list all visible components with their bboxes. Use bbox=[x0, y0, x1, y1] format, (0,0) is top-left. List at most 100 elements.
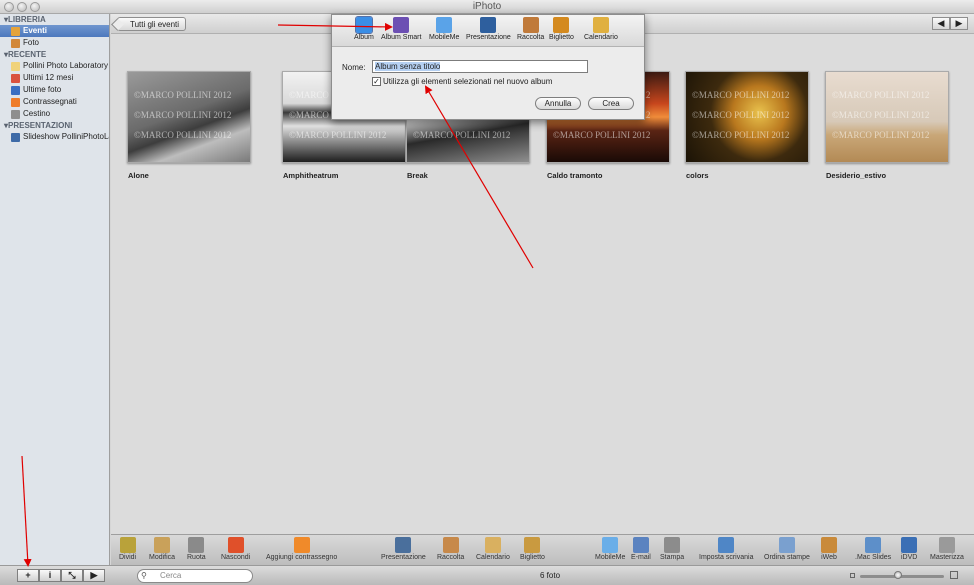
event-title[interactable]: Break bbox=[407, 171, 428, 180]
sidebar-item[interactable]: Ultimi 12 mesi bbox=[0, 72, 109, 84]
split-icon bbox=[119, 537, 136, 553]
play-slideshow-button[interactable]: ▶ bbox=[83, 569, 105, 582]
info-button[interactable]: i bbox=[39, 569, 61, 582]
toolbar-hide-x-button[interactable]: Nascondi bbox=[221, 537, 250, 561]
toolbar-button-label: MobileMe bbox=[595, 554, 626, 561]
source-list-content: ▾LIBRERIA Eventi Foto ▾RECENTE Pollini Photo… bbox=[0, 14, 109, 143]
sidebar-item-label: Foto bbox=[23, 38, 40, 47]
watermark-text: ©MARCO POLLINI 2012 bbox=[413, 130, 511, 140]
thumbnail-size-slider[interactable] bbox=[860, 575, 944, 578]
sidebar-section-header[interactable]: ▾RECENTE bbox=[0, 49, 109, 60]
watermark-text: ©MARCO POLLINI 2012 bbox=[832, 130, 930, 140]
bottom-toolbar: Dividi Modifica Ruota Nascondi Aggiungi cont… bbox=[111, 534, 974, 565]
album-name-value: Album senza titolo bbox=[375, 62, 441, 71]
watermark-text: ©MARCO POLLINI 2012 bbox=[692, 90, 790, 100]
sidebar-item[interactable]: Eventi bbox=[0, 25, 109, 37]
sidebar-item-label: Eventi bbox=[23, 26, 48, 35]
add-album-button[interactable]: + bbox=[17, 569, 39, 582]
watermark-text: ©MARCO POLLINI 2012 bbox=[134, 130, 232, 140]
album-type-book[interactable]: Raccolta bbox=[517, 17, 544, 41]
calendar-icon bbox=[592, 17, 609, 33]
album-name-field[interactable]: Album senza titolo bbox=[372, 60, 588, 73]
toolbar-order-prints-button[interactable]: Ordina stampe bbox=[764, 537, 810, 561]
photos-icon bbox=[11, 38, 20, 48]
toolbar-button-label: Raccolta bbox=[437, 554, 465, 561]
pencil-icon bbox=[154, 537, 171, 553]
album-type-label: Presentazione bbox=[466, 34, 511, 41]
previous-event-button[interactable]: ◀ bbox=[932, 17, 950, 30]
title-bar: iPhoto bbox=[0, 0, 974, 14]
iphoto-window: iPhoto ▾LIBRERIA Eventi Foto ▾RECENTE Pollin… bbox=[0, 0, 974, 585]
toolbar-mac-slides-button[interactable]: .Mac Slides bbox=[855, 537, 891, 561]
create-button[interactable]: Crea bbox=[588, 97, 634, 110]
watermark-text: ©MARCO POLLINI 2012 bbox=[553, 130, 651, 140]
event-thumbnail[interactable]: ©MARCO POLLINI 2012 ©MARCO POLLINI 2012 ©M… bbox=[825, 71, 949, 163]
event-thumbnail[interactable]: ©MARCO POLLINI 2012 ©MARCO POLLINI 2012 ©M… bbox=[127, 71, 251, 163]
album-type-calendar[interactable]: Calendario bbox=[584, 17, 618, 41]
album-type-label: Raccolta bbox=[517, 34, 545, 41]
sidebar-section-header[interactable]: ▾LIBRERIA bbox=[0, 14, 109, 25]
cancel-button[interactable]: Annulla bbox=[535, 97, 581, 110]
sidebar-item-label: Ultime foto bbox=[23, 85, 62, 94]
next-event-button[interactable]: ▶ bbox=[950, 17, 968, 30]
toolbar-card-button[interactable]: Biglietto bbox=[520, 537, 545, 561]
sidebar-item-label: Ultimi 12 mesi bbox=[23, 73, 74, 82]
email-icon bbox=[632, 537, 649, 553]
toolbar-button-label: Ruota bbox=[187, 554, 206, 561]
sidebar-item[interactable]: Contrassegnati bbox=[0, 96, 109, 108]
toolbar-rotate-button[interactable]: Ruota bbox=[187, 537, 206, 561]
calendar-icon bbox=[484, 537, 501, 553]
toolbar-mobileme-button[interactable]: MobileMe bbox=[595, 537, 625, 561]
flag-icon bbox=[293, 537, 310, 553]
album-type-slideshow[interactable]: Presentazione bbox=[466, 17, 511, 41]
search-field[interactable]: Cerca bbox=[137, 569, 253, 583]
toolbar-desktop-button[interactable]: Imposta scrivania bbox=[699, 537, 753, 561]
toolbar-idvd-button[interactable]: iDVD bbox=[901, 537, 917, 561]
sidebar-item[interactable]: Pollini Photo Laboratory bbox=[0, 60, 109, 72]
event-title[interactable]: Amphitheatrum bbox=[283, 171, 338, 180]
book-icon bbox=[522, 17, 539, 33]
print-icon bbox=[664, 537, 681, 553]
calendar-icon bbox=[11, 73, 20, 83]
album-type-label: Album bbox=[354, 34, 374, 41]
sidebar-item[interactable]: Ultime foto bbox=[0, 84, 109, 96]
smart-album-icon bbox=[393, 17, 410, 33]
watermark-text: ©MARCO POLLINI 2012 bbox=[289, 130, 387, 140]
slideshow-icon bbox=[11, 132, 20, 142]
fullscreen-button[interactable]: ⤡ bbox=[61, 569, 83, 582]
toolbar-button-label: Modifica bbox=[149, 554, 176, 561]
new-album-sheet: Album Album Smart MobileMe Presentazione Rac… bbox=[331, 14, 645, 120]
toolbar-calendar-button[interactable]: Calendario bbox=[476, 537, 510, 561]
toolbar-pencil-button[interactable]: Modifica bbox=[149, 537, 175, 561]
toolbar-print-button[interactable]: Stampa bbox=[660, 537, 684, 561]
sidebar-item[interactable]: Slideshow PolliniPhotoLab bbox=[0, 131, 109, 143]
album-type-mobileme[interactable]: MobileMe bbox=[429, 17, 459, 41]
event-title[interactable]: Desiderio_estivo bbox=[826, 171, 886, 180]
event-title[interactable]: Alone bbox=[128, 171, 149, 180]
thumbnail-size-slider-knob[interactable] bbox=[893, 571, 902, 579]
mobileme-icon bbox=[602, 537, 619, 553]
sidebar-item[interactable]: Foto bbox=[0, 37, 109, 49]
sidebar-section-header[interactable]: ▾PRESENTAZIONI bbox=[0, 120, 109, 131]
event-navigation: ◀ ▶ bbox=[932, 17, 968, 30]
use-selected-checkbox[interactable]: ✓ bbox=[372, 77, 381, 86]
toolbar-book-button[interactable]: Raccolta bbox=[437, 537, 464, 561]
event-title[interactable]: colors bbox=[686, 171, 709, 180]
all-events-button[interactable]: Tutti gli eventi bbox=[117, 17, 187, 31]
album-type-album[interactable]: Album bbox=[354, 16, 374, 41]
sidebar-item-label: Cestino bbox=[23, 109, 51, 118]
event-thumbnail[interactable]: ©MARCO POLLINI 2012 ©MARCO POLLINI 2012 ©M… bbox=[685, 71, 809, 163]
toolbar-email-button[interactable]: E-mail bbox=[631, 537, 651, 561]
watermark-text: ©MARCO POLLINI 2012 bbox=[692, 130, 790, 140]
event-title[interactable]: Caldo tramonto bbox=[547, 171, 602, 180]
toolbar-flag-button[interactable]: Aggiungi contrassegno bbox=[266, 537, 337, 561]
import-icon bbox=[11, 85, 20, 95]
toolbar-iweb-button[interactable]: iWeb bbox=[821, 537, 837, 561]
album-type-card[interactable]: Biglietto bbox=[549, 17, 574, 41]
small-thumbnail-icon bbox=[850, 573, 855, 578]
toolbar-split-button[interactable]: Dividi bbox=[119, 537, 136, 561]
album-type-smart-album[interactable]: Album Smart bbox=[381, 17, 421, 41]
toolbar-slideshow-button[interactable]: Presentazione bbox=[381, 537, 426, 561]
toolbar-burn-button[interactable]: Masterizza bbox=[930, 537, 964, 561]
sidebar-item[interactable]: Cestino bbox=[0, 108, 109, 120]
